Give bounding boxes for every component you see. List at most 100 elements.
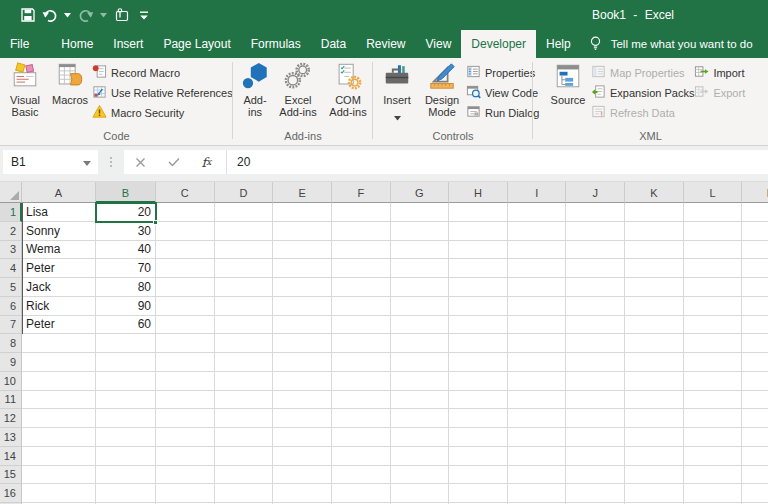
cell-E13[interactable] [273, 428, 332, 447]
row-header-12[interactable]: 12 [0, 409, 22, 428]
cell-A3[interactable]: Wema [22, 241, 96, 260]
cell-I3[interactable] [508, 241, 567, 260]
select-all-corner[interactable] [0, 182, 22, 203]
cancel-icon[interactable] [124, 150, 157, 174]
cell-M1[interactable] [742, 203, 768, 222]
cell-C6[interactable] [156, 297, 215, 316]
tell-me-box[interactable]: Tell me what you want to do [587, 30, 753, 58]
tab-formulas[interactable]: Formulas [241, 30, 311, 58]
cell-D10[interactable] [215, 372, 274, 391]
cell-J11[interactable] [566, 391, 625, 410]
cell-H1[interactable] [449, 203, 508, 222]
name-box-dropdown-icon[interactable] [83, 153, 98, 171]
column-header-J[interactable]: J [566, 182, 625, 203]
run-dialog-button[interactable]: Run Dialog [466, 103, 539, 123]
redo-icon[interactable] [78, 7, 94, 23]
cell-J4[interactable] [566, 259, 625, 278]
cell-L10[interactable] [684, 372, 743, 391]
cell-L7[interactable] [684, 316, 743, 335]
cell-D2[interactable] [215, 222, 274, 241]
cell-H8[interactable] [449, 334, 508, 353]
cell-D9[interactable] [215, 353, 274, 372]
cell-F2[interactable] [332, 222, 391, 241]
column-header-F[interactable]: F [332, 182, 391, 203]
cell-E16[interactable] [273, 484, 332, 503]
cell-H13[interactable] [449, 428, 508, 447]
cell-B8[interactable] [96, 334, 156, 353]
tab-data[interactable]: Data [311, 30, 356, 58]
cell-M16[interactable] [742, 484, 768, 503]
row-header-11[interactable]: 11 [0, 391, 22, 410]
cell-L11[interactable] [684, 391, 743, 410]
enter-icon[interactable] [157, 150, 190, 174]
cell-E15[interactable] [273, 466, 332, 485]
row-header-15[interactable]: 15 [0, 466, 22, 485]
cell-K13[interactable] [625, 428, 684, 447]
cell-B14[interactable] [96, 447, 156, 466]
source-button[interactable]: Source [545, 58, 591, 106]
cell-B3[interactable]: 40 [96, 241, 156, 260]
cell-A6[interactable]: Rick [22, 297, 96, 316]
cell-L1[interactable] [684, 203, 743, 222]
cell-F14[interactable] [332, 447, 391, 466]
insert-button[interactable]: Insert [376, 58, 418, 125]
cell-I12[interactable] [508, 409, 567, 428]
save-icon[interactable] [20, 7, 36, 23]
cell-G9[interactable] [391, 353, 450, 372]
cell-A9[interactable] [22, 353, 96, 372]
cell-A4[interactable]: Peter [22, 259, 96, 278]
cell-C5[interactable] [156, 278, 215, 297]
customize-qat-icon[interactable] [136, 7, 152, 23]
cell-I10[interactable] [508, 372, 567, 391]
cell-F10[interactable] [332, 372, 391, 391]
cell-L9[interactable] [684, 353, 743, 372]
cell-D1[interactable] [215, 203, 274, 222]
cell-H6[interactable] [449, 297, 508, 316]
cell-A12[interactable] [22, 409, 96, 428]
cell-G5[interactable] [391, 278, 450, 297]
cell-J16[interactable] [566, 484, 625, 503]
cell-G7[interactable] [391, 316, 450, 335]
cell-K14[interactable] [625, 447, 684, 466]
cell-L16[interactable] [684, 484, 743, 503]
cell-F4[interactable] [332, 259, 391, 278]
cell-I15[interactable] [508, 466, 567, 485]
cell-I6[interactable] [508, 297, 567, 316]
cell-H16[interactable] [449, 484, 508, 503]
cell-C1[interactable] [156, 203, 215, 222]
cell-M11[interactable] [742, 391, 768, 410]
cell-A15[interactable] [22, 466, 96, 485]
row-header-16[interactable]: 16 [0, 484, 22, 503]
cell-B15[interactable] [96, 466, 156, 485]
tab-review[interactable]: Review [356, 30, 415, 58]
cell-K6[interactable] [625, 297, 684, 316]
cell-H10[interactable] [449, 372, 508, 391]
column-header-H[interactable]: H [449, 182, 508, 203]
cell-H11[interactable] [449, 391, 508, 410]
cell-F8[interactable] [332, 334, 391, 353]
cell-G12[interactable] [391, 409, 450, 428]
name-box[interactable]: B1 [3, 150, 98, 174]
cell-J6[interactable] [566, 297, 625, 316]
row-header-3[interactable]: 3 [0, 241, 22, 260]
cell-G14[interactable] [391, 447, 450, 466]
cell-J7[interactable] [566, 316, 625, 335]
cell-I5[interactable] [508, 278, 567, 297]
cell-A1[interactable]: Lisa [22, 203, 96, 222]
cell-D16[interactable] [215, 484, 274, 503]
cell-A14[interactable] [22, 447, 96, 466]
cell-M15[interactable] [742, 466, 768, 485]
column-header-G[interactable]: G [391, 182, 450, 203]
row-header-7[interactable]: 7 [0, 316, 22, 335]
cell-J9[interactable] [566, 353, 625, 372]
cell-E9[interactable] [273, 353, 332, 372]
cell-E6[interactable] [273, 297, 332, 316]
cell-H12[interactable] [449, 409, 508, 428]
cell-B13[interactable] [96, 428, 156, 447]
cell-L6[interactable] [684, 297, 743, 316]
cell-H2[interactable] [449, 222, 508, 241]
cell-E2[interactable] [273, 222, 332, 241]
cell-K15[interactable] [625, 466, 684, 485]
cell-D11[interactable] [215, 391, 274, 410]
column-header-L[interactable]: L [684, 182, 743, 203]
